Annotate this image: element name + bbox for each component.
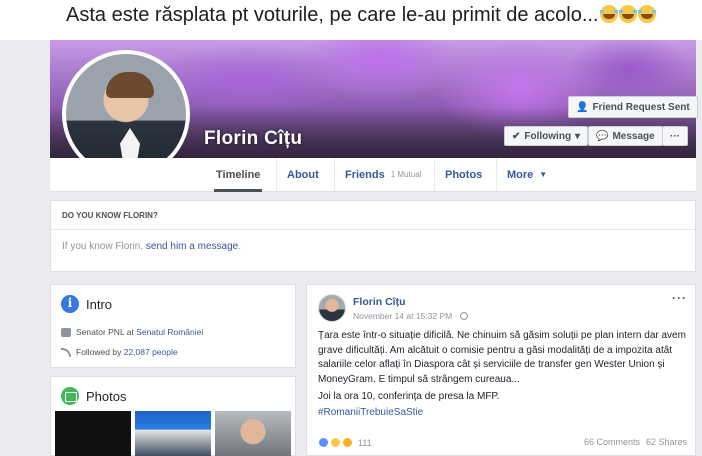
tab-more[interactable]: More ▼ bbox=[496, 158, 560, 191]
globe-icon bbox=[460, 312, 469, 320]
tab-photos[interactable]: Photos bbox=[434, 158, 492, 191]
post-stats: 66 Comments 62 Shares bbox=[584, 437, 687, 447]
friend-request-label: Friend Request Sent bbox=[592, 101, 690, 113]
more-options-icon: ··· bbox=[670, 130, 680, 142]
send-message-link[interactable]: send him a message bbox=[146, 241, 238, 252]
post-author-name[interactable]: Florin Cîțu bbox=[353, 296, 406, 308]
profile-page: Florin Cîțu 👤 Friend Request Sent ✔ Foll… bbox=[50, 40, 698, 456]
photo-thumbnail[interactable] bbox=[55, 411, 131, 456]
profile-more-button[interactable]: ··· bbox=[662, 126, 688, 146]
post-time-text: November 14 at 15:32 PM · bbox=[353, 311, 458, 321]
friend-request-icon: 👤 bbox=[576, 101, 589, 113]
photos-header: Photos bbox=[61, 387, 126, 405]
post-options-button[interactable]: ··· bbox=[672, 291, 687, 305]
tab-friends[interactable]: Friends 1 Mutual bbox=[334, 158, 431, 191]
chevron-down-icon: ▾ bbox=[575, 130, 581, 142]
like-icon bbox=[318, 437, 329, 448]
caption-text: Asta este răsplata pt voturile, pe care … bbox=[66, 4, 599, 26]
friend-request-sent-button[interactable]: 👤 Friend Request Sent bbox=[568, 96, 698, 118]
reaction-count: 111 bbox=[358, 437, 372, 448]
post-hashtag[interactable]: #RomaniiTrebuieSaStie bbox=[318, 407, 423, 418]
post-second-paragraph: Joi la ora 10, conferința de presa la MF… bbox=[318, 391, 500, 402]
message-button[interactable]: 💬 Message bbox=[588, 126, 663, 146]
caption-text-container: Asta este răsplata pt voturile, pe care … bbox=[66, 4, 656, 27]
photos-icon bbox=[61, 387, 79, 405]
tab-friends-label: Friends bbox=[345, 168, 385, 181]
shares-count[interactable]: 62 Shares bbox=[646, 437, 687, 447]
tab-more-label: More bbox=[507, 168, 534, 181]
post-reactions[interactable]: 111 bbox=[318, 437, 372, 448]
tab-timeline[interactable]: Timeline bbox=[206, 158, 270, 192]
do-you-know-text: If you know Florin, send him a message. bbox=[62, 241, 241, 252]
photo-thumbnail[interactable] bbox=[135, 411, 211, 456]
tab-photos-label: Photos bbox=[445, 168, 483, 181]
photos-card: Photos bbox=[50, 376, 296, 456]
photo-thumbnail[interactable] bbox=[215, 411, 291, 456]
profile-name[interactable]: Florin Cîțu bbox=[204, 128, 302, 150]
post-body: Țara este într-o situație dificilă. Ne c… bbox=[318, 330, 686, 385]
intro-card: Intro Senator PNL at Senatul României Fo… bbox=[50, 284, 296, 368]
following-label: Following bbox=[524, 130, 572, 142]
followed-prefix: Followed by bbox=[76, 347, 124, 357]
tab-timeline-label: Timeline bbox=[216, 168, 261, 181]
chevron-down-icon: ▼ bbox=[539, 170, 548, 179]
laughing-emoji-icon bbox=[599, 5, 618, 23]
laughing-emoji-icon bbox=[637, 5, 656, 23]
followers-icon bbox=[61, 347, 71, 357]
timeline-post: Florin Cîțu November 14 at 15:32 PM · ··… bbox=[306, 284, 696, 456]
followers-link[interactable]: 22,087 people bbox=[124, 347, 178, 357]
briefcase-icon bbox=[61, 327, 71, 337]
laughing-emoji-icon bbox=[618, 5, 637, 23]
do-you-know-box: DO YOU KNOW FLORIN? If you know Florin, … bbox=[50, 200, 696, 272]
do-you-know-suffix: . bbox=[238, 241, 241, 252]
intro-header: Intro bbox=[61, 295, 112, 313]
messenger-icon: 💬 bbox=[596, 130, 609, 142]
following-button[interactable]: ✔ Following ▾ bbox=[504, 126, 589, 146]
do-you-know-prefix: If you know Florin, bbox=[62, 241, 146, 252]
divider bbox=[51, 229, 695, 230]
intro-position: Senator PNL at bbox=[76, 327, 137, 337]
profile-tabs: Timeline About Friends 1 Mutual Photos M… bbox=[50, 158, 696, 192]
message-label: Message bbox=[612, 130, 655, 142]
post-timestamp[interactable]: November 14 at 15:32 PM · bbox=[353, 311, 469, 321]
photos-title[interactable]: Photos bbox=[86, 389, 126, 404]
mutual-friends-count: 1 Mutual bbox=[390, 170, 422, 179]
check-icon: ✔ bbox=[512, 130, 521, 142]
sad-icon bbox=[342, 437, 353, 448]
intro-work-row: Senator PNL at Senatul României bbox=[61, 327, 203, 337]
tab-about-label: About bbox=[287, 168, 319, 181]
post-author-avatar[interactable] bbox=[318, 294, 346, 322]
intro-title: Intro bbox=[86, 296, 113, 312]
do-you-know-title: DO YOU KNOW FLORIN? bbox=[62, 211, 158, 220]
caption-bar: Asta este răsplata pt voturile, pe care … bbox=[0, 0, 702, 40]
intro-followers-row: Followed by 22,087 people bbox=[61, 347, 178, 357]
info-icon bbox=[61, 295, 79, 313]
employer-link[interactable]: Senatul României bbox=[136, 327, 203, 337]
wow-icon bbox=[330, 437, 341, 448]
comments-count[interactable]: 66 Comments bbox=[584, 437, 640, 447]
tab-about[interactable]: About bbox=[276, 158, 329, 191]
profile-picture-hair bbox=[106, 72, 154, 98]
